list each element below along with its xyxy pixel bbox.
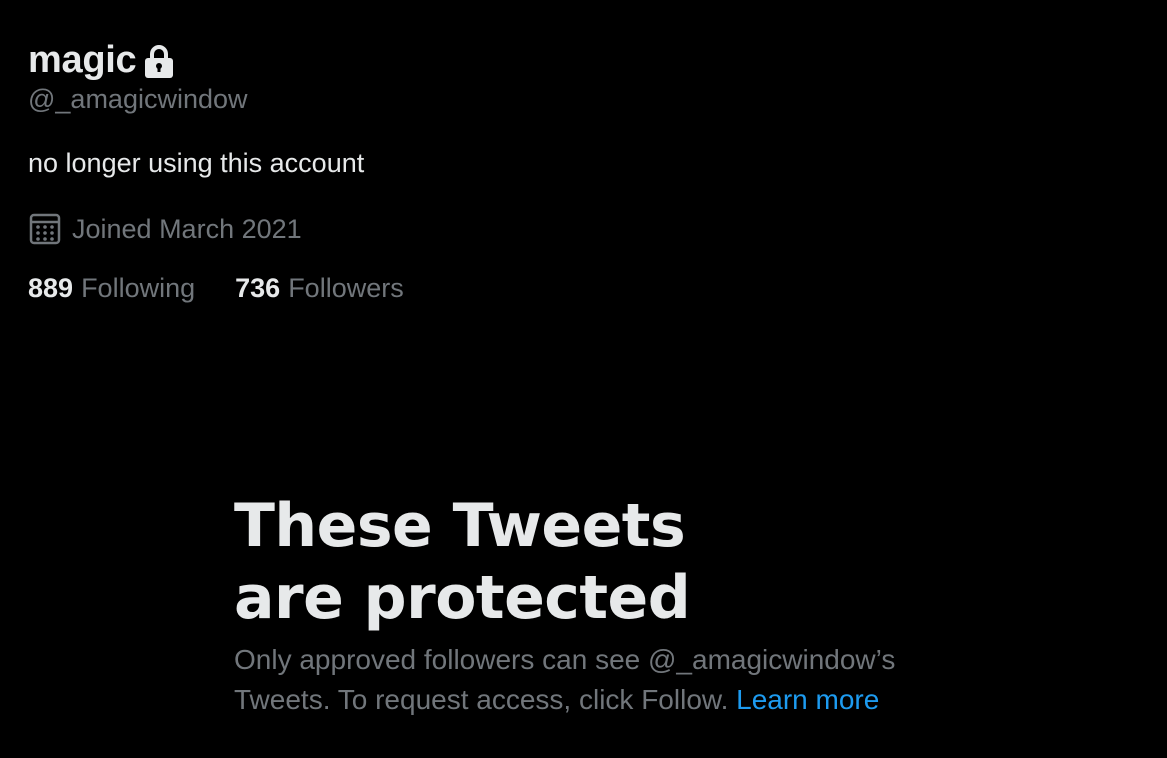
learn-more-link[interactable]: Learn more [736,684,879,715]
followers-link[interactable]: 736 Followers [235,273,404,304]
following-count: 889 [28,272,74,303]
lock-icon [142,44,176,80]
protected-title: These Tweets are protected [234,491,691,633]
joined-date-row: Joined March 2021 [28,210,628,248]
profile-header: magic @_amagicwindow no longer using thi… [28,38,628,306]
calendar-icon [28,212,62,246]
profile-bio: no longer using this account [28,148,365,178]
following-link[interactable]: 889 Following [28,273,195,304]
protected-description: Only approved followers can see @_amagic… [234,640,954,720]
following-label: Following [81,272,196,303]
profile-handle: @_amagicwindow [28,84,248,114]
display-name: magic [28,38,137,81]
followers-count: 736 [235,272,281,303]
follow-stats: 889 Following 736 Followers [28,270,628,306]
protected-notice: These Tweets are protected Only approved… [234,490,954,720]
joined-date: Joined March 2021 [72,213,302,244]
followers-label: Followers [288,272,404,303]
name-row: magic [28,38,628,82]
